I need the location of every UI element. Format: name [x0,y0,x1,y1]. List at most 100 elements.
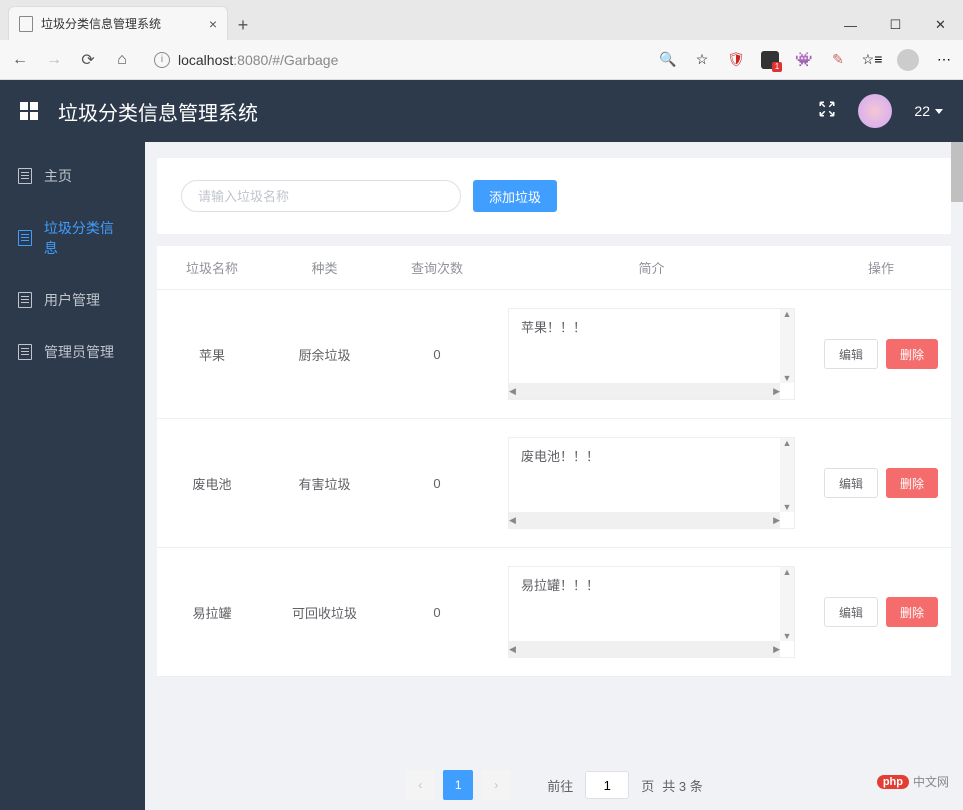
page-prev-button[interactable]: ‹ [405,770,435,800]
window-maximize-button[interactable]: ☐ [873,10,918,40]
garbage-table: 垃圾名称 种类 查询次数 简介 操作 苹果 厨余垃圾 0 苹果！！！ ▲▼ ◀▶ [157,246,951,677]
cell-name: 苹果 [157,333,267,376]
browser-address-bar: ← → ⟳ ⌂ i localhost:8080/#/Garbage 🔍 ☆ 🛡… [0,40,963,80]
ublock-icon[interactable]: 🛡 [727,51,745,69]
th-kind: 种类 [267,246,382,289]
app-header: 垃圾分类信息管理系统 22 [0,80,963,142]
cell-op: 编辑 删除 [811,327,951,381]
cell-kind: 有害垃圾 [267,462,382,505]
sidebar-item-label: 用户管理 [44,290,100,310]
sidebar-item-label: 管理员管理 [44,342,114,362]
total-text: 共 3 条 [662,776,702,795]
cell-op: 编辑 删除 [811,456,951,510]
favorites-menu-icon[interactable]: ☆≡ [863,51,881,69]
edit-button[interactable]: 编辑 [824,339,878,369]
browser-tab-strip: 垃圾分类信息管理系统 × + — ☐ ✕ [0,0,963,40]
browser-tab[interactable]: 垃圾分类信息管理系统 × [8,6,228,40]
table-row: 废电池 有害垃圾 0 废电池！！！ ▲▼ ◀▶ 编辑 删除 [157,419,951,548]
user-badge-text: 22 [914,103,930,119]
table-row: 苹果 厨余垃圾 0 苹果！！！ ▲▼ ◀▶ 编辑 删除 [157,290,951,419]
cell-count: 0 [382,593,492,632]
nav-home-icon[interactable]: ⌂ [112,51,132,69]
sidebar-item-label: 垃圾分类信息 [44,218,127,258]
chevron-down-icon [935,109,943,114]
sidebar-item-garbage[interactable]: 垃圾分类信息 [0,202,145,274]
sidebar-item-admins[interactable]: 管理员管理 [0,326,145,378]
edit-button[interactable]: 编辑 [824,468,878,498]
delete-button[interactable]: 删除 [886,597,938,627]
page-next-button[interactable]: › [481,770,511,800]
user-avatar[interactable] [858,94,892,128]
document-icon [18,230,32,246]
cell-kind: 可回收垃圾 [267,591,382,634]
more-icon[interactable]: ⋯ [935,51,953,69]
nav-back-icon[interactable]: ← [10,51,30,69]
scrollbar-thumb[interactable] [951,142,963,202]
nav-forward-icon[interactable]: → [44,51,64,69]
th-op: 操作 [811,246,951,289]
textarea-hscroll[interactable]: ◀▶ [509,641,780,657]
th-count: 查询次数 [382,246,492,289]
url-field[interactable]: i localhost:8080/#/Garbage [146,52,645,68]
cell-intro: 苹果！！！ ▲▼ ◀▶ [492,290,811,418]
extension-badge-icon[interactable] [761,51,779,69]
document-icon [18,344,32,360]
window-minimize-button[interactable]: — [828,10,873,40]
cell-count: 0 [382,335,492,374]
goto-page-input[interactable] [585,771,629,799]
sidebar: 主页 垃圾分类信息 用户管理 管理员管理 [0,142,145,810]
sidebar-item-home[interactable]: 主页 [0,150,145,202]
window-close-button[interactable]: ✕ [918,10,963,40]
delete-button[interactable]: 删除 [886,468,938,498]
app-title: 垃圾分类信息管理系统 [58,97,258,126]
textarea-vscroll[interactable]: ▲▼ [780,309,794,383]
extension-icon[interactable]: ✎ [829,51,847,69]
user-menu[interactable]: 22 [914,103,943,119]
extension-icon[interactable]: 👾 [795,51,813,69]
cell-intro: 易拉罐！！！ ▲▼ ◀▶ [492,548,811,676]
goto-prefix: 前往 [547,776,573,795]
textarea-vscroll[interactable]: ▲▼ [780,438,794,512]
delete-button[interactable]: 删除 [886,339,938,369]
favorite-icon[interactable]: ☆ [693,51,711,69]
url-text: localhost:8080/#/Garbage [178,52,338,68]
textarea-hscroll[interactable]: ◀▶ [509,383,780,399]
textarea-vscroll[interactable]: ▲▼ [780,567,794,641]
fullscreen-icon[interactable] [818,100,836,123]
cell-count: 0 [382,464,492,503]
table-header: 垃圾名称 种类 查询次数 简介 操作 [157,246,951,290]
sidebar-item-users[interactable]: 用户管理 [0,274,145,326]
edit-button[interactable]: 编辑 [824,597,878,627]
pagination: ‹ 1 › 前往 页 共 3 条 [145,770,963,800]
watermark-logo: php [877,775,909,789]
cell-kind: 厨余垃圾 [267,333,382,376]
search-card: 添加垃圾 [157,158,951,234]
nav-refresh-icon[interactable]: ⟳ [78,50,98,70]
search-icon[interactable]: 🔍 [659,51,677,69]
sidebar-item-label: 主页 [44,166,72,186]
document-icon [18,168,32,184]
cell-name: 易拉罐 [157,591,267,634]
tab-title: 垃圾分类信息管理系统 [41,15,201,32]
goto-suffix: 页 [641,776,654,795]
cell-op: 编辑 删除 [811,585,951,639]
site-info-icon[interactable]: i [154,52,170,68]
th-intro: 简介 [492,246,811,289]
main-content: 添加垃圾 垃圾名称 种类 查询次数 简介 操作 苹果 厨余垃圾 0 苹果！！！ … [145,142,963,810]
document-icon [18,292,32,308]
new-tab-button[interactable]: + [228,10,258,40]
page-number-button[interactable]: 1 [443,770,473,800]
page-icon [19,16,33,32]
search-input[interactable] [181,180,461,212]
menu-grid-icon[interactable] [20,102,38,120]
textarea-hscroll[interactable]: ◀▶ [509,512,780,528]
cell-name: 废电池 [157,462,267,505]
table-row: 易拉罐 可回收垃圾 0 易拉罐！！！ ▲▼ ◀▶ 编辑 删除 [157,548,951,677]
profile-avatar-icon[interactable] [897,49,919,71]
watermark-text: 中文网 [913,773,949,790]
close-tab-icon[interactable]: × [209,16,217,32]
add-garbage-button[interactable]: 添加垃圾 [473,180,557,212]
watermark: php 中文网 [877,773,949,790]
th-name: 垃圾名称 [157,246,267,289]
cell-intro: 废电池！！！ ▲▼ ◀▶ [492,419,811,547]
